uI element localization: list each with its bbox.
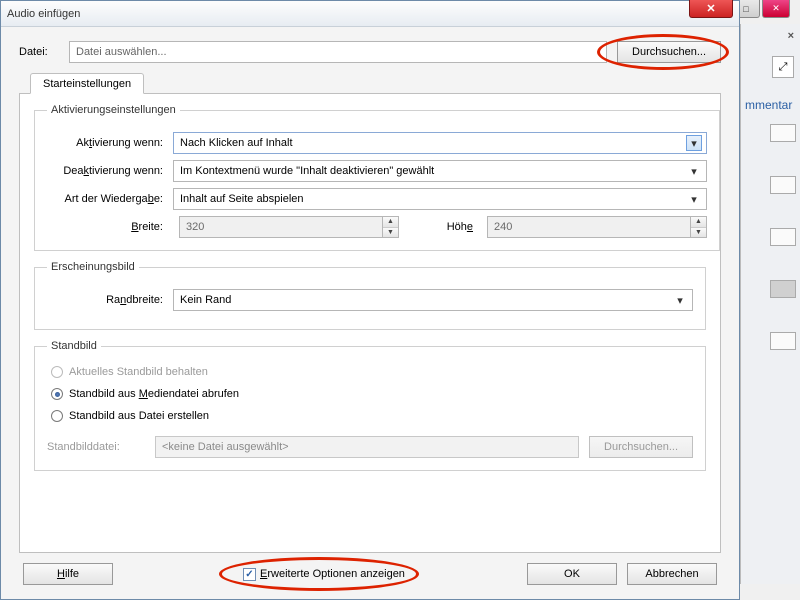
radio-icon [51, 388, 63, 400]
playback-label: Art der Wiedergabe: [47, 193, 173, 205]
group-appearance-legend: Erscheinungsbild [47, 261, 139, 273]
side-row [770, 124, 796, 142]
deactivate-label: Deaktivierung wenn: [47, 165, 173, 177]
spin-down-icon: ▼ [383, 228, 398, 238]
playback-combobox[interactable]: Inhalt auf Seite abspielen ▾ [173, 188, 707, 210]
dialog-close-button[interactable]: ✕ [689, 0, 733, 18]
browse-button[interactable]: Durchsuchen... [617, 41, 721, 63]
advanced-options-checkbox[interactable]: ✓ Erweiterte Optionen anzeigen [243, 568, 405, 581]
group-activation-legend: Aktivierungseinstellungen [47, 104, 180, 116]
parent-close-button[interactable]: ✕ [762, 0, 790, 18]
group-still-legend: Standbild [47, 340, 101, 352]
still-browse-button: Durchsuchen... [589, 436, 693, 458]
height-spinbox: 240 ▲▼ [487, 216, 707, 238]
tab-panel: Starteinstellungen Aktivierungseinstellu… [19, 93, 721, 553]
radio-icon [51, 366, 63, 378]
cancel-button[interactable]: Abbrechen [627, 563, 717, 585]
spin-down-icon: ▼ [691, 228, 706, 238]
side-row [770, 176, 796, 194]
dialog-title: Audio einfügen [7, 8, 80, 20]
file-row: Datei: Datei auswählen... Durchsuchen... [19, 41, 721, 63]
spin-up-icon: ▲ [383, 217, 398, 228]
radio-from-media[interactable]: Standbild aus Mediendatei abrufen [51, 388, 689, 400]
side-row [770, 280, 796, 298]
chevron-down-icon: ▾ [672, 292, 688, 308]
width-spinbox: 320 ▲▼ [179, 216, 399, 238]
tab-start-settings[interactable]: Starteinstellungen [30, 73, 144, 94]
side-close-icon[interactable]: × [788, 30, 794, 42]
group-activation: Aktivierungseinstellungen Aktivierung we… [34, 104, 720, 251]
file-label: Datei: [19, 46, 59, 58]
help-button[interactable]: Hilfe [23, 563, 113, 585]
border-combobox[interactable]: Kein Rand ▾ [173, 289, 693, 311]
side-expand-button[interactable]: ⤢ [772, 56, 794, 78]
side-row [770, 332, 796, 350]
dialog-footer: Hilfe ✓ Erweiterte Optionen anzeigen OK … [19, 553, 721, 589]
spin-up-icon: ▲ [691, 217, 706, 228]
chevron-down-icon: ▾ [686, 191, 702, 207]
height-label: Höhe [441, 221, 481, 233]
ok-button[interactable]: OK [527, 563, 617, 585]
activate-combobox[interactable]: Nach Klicken auf Inhalt ▾ [173, 132, 707, 154]
side-row [770, 228, 796, 246]
still-file-input: <keine Datei ausgewählt> [155, 436, 579, 458]
side-fragment-text: mmentar [745, 98, 792, 112]
radio-keep-current: Aktuelles Standbild behalten [51, 366, 689, 378]
activate-label: Aktivierung wenn: [47, 137, 173, 149]
chevron-down-icon: ▾ [686, 163, 702, 179]
titlebar: Audio einfügen ✕ [1, 1, 739, 27]
still-file-label: Standbilddatei: [47, 441, 145, 453]
deactivate-combobox[interactable]: Im Kontextmenü wurde "Inhalt deaktiviere… [173, 160, 707, 182]
width-label: Breite: [47, 221, 173, 233]
border-label: Randbreite: [47, 294, 173, 306]
radio-from-file[interactable]: Standbild aus Datei erstellen [51, 410, 689, 422]
radio-icon [51, 410, 63, 422]
group-appearance: Erscheinungsbild Randbreite: Kein Rand ▾ [34, 261, 706, 330]
file-input[interactable]: Datei auswählen... [69, 41, 607, 63]
dialog-insert-audio: Audio einfügen ✕ Datei: Datei auswählen.… [0, 0, 740, 600]
chevron-down-icon: ▾ [686, 135, 702, 151]
group-still: Standbild Aktuelles Standbild behalten S… [34, 340, 706, 471]
checkbox-icon: ✓ [243, 568, 256, 581]
side-panel: × ⤢ mmentar [740, 24, 800, 584]
